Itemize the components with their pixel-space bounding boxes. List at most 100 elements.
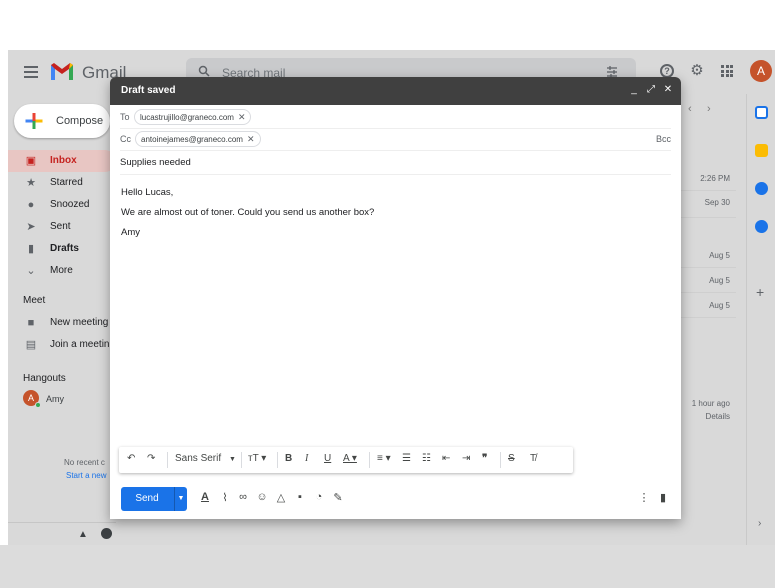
- email-date[interactable]: Aug 5: [680, 301, 730, 310]
- sidebar-item-label: Snoozed: [50, 199, 90, 210]
- sidebar-item-snoozed[interactable]: ● Snoozed: [8, 194, 116, 216]
- row-divider: [680, 267, 736, 268]
- sidebar-item-sent[interactable]: ➤ Sent: [8, 216, 116, 238]
- undo-icon[interactable]: ↶: [127, 453, 135, 464]
- row-divider: [680, 292, 736, 293]
- compose-label: Compose: [56, 115, 104, 127]
- pager-arrows[interactable]: ‹ ›: [688, 103, 711, 115]
- email-date[interactable]: Aug 5: [680, 251, 730, 260]
- quote-icon[interactable]: ❞: [482, 453, 487, 464]
- formatting-options-icon[interactable]: A: [198, 491, 212, 503]
- online-status-icon: [35, 402, 41, 408]
- confidential-mode-icon[interactable]: ◔: [312, 491, 326, 503]
- to-field[interactable]: To lucastrujillo@graneco.com ✕: [120, 107, 671, 129]
- body-line[interactable]: We are almost out of toner. Could you se…: [121, 207, 374, 218]
- font-size-icon[interactable]: тT ▾: [248, 453, 266, 464]
- main-menu-icon[interactable]: [24, 66, 38, 78]
- sidebar-item-more[interactable]: ⌄ More: [8, 260, 116, 282]
- send-button[interactable]: Send ▼: [121, 487, 187, 511]
- row-divider: [680, 317, 736, 318]
- cc-field[interactable]: Cc antoinejames@graneco.com ✕ Bcc: [120, 129, 671, 151]
- font-dropdown-icon[interactable]: ▼: [229, 456, 236, 463]
- minimize-icon[interactable]: _: [628, 84, 640, 95]
- sidebar-item-join-meeting[interactable]: ▤ Join a meetin: [8, 334, 116, 356]
- italic-icon[interactable]: I: [305, 453, 308, 464]
- schedule-send-icon[interactable]: ▼: [174, 487, 187, 511]
- more-options-icon[interactable]: ⋮: [637, 491, 651, 504]
- numbered-list-icon[interactable]: ☰: [402, 453, 411, 464]
- contacts-icon[interactable]: [755, 220, 768, 233]
- gear-icon[interactable]: ⚙: [689, 63, 705, 79]
- photo-icon[interactable]: ▪: [293, 491, 307, 503]
- discard-draft-icon[interactable]: ▮: [656, 491, 670, 504]
- chevron-right-icon[interactable]: ›: [758, 518, 761, 529]
- indent-more-icon[interactable]: ⇥: [462, 453, 470, 464]
- recipient-address: antoinejames@graneco.com: [141, 135, 243, 144]
- compose-header[interactable]: Draft saved _ ⤢ ✕: [110, 77, 681, 105]
- compose-title: Draft saved: [121, 85, 176, 96]
- attach-icon[interactable]: ⌇: [218, 491, 232, 504]
- strikethrough-icon[interactable]: S: [508, 453, 515, 464]
- details-link[interactable]: Details: [680, 412, 730, 421]
- compose-dialog: Draft saved _ ⤢ ✕ To lucastrujillo@grane…: [110, 77, 681, 519]
- draft-icon: ▮: [27, 243, 35, 255]
- align-icon[interactable]: ≡ ▾: [377, 453, 391, 464]
- sidebar-item-label: Join a meetin: [50, 339, 110, 350]
- clock-icon: ●: [27, 199, 35, 211]
- add-addon-icon[interactable]: +: [756, 284, 764, 300]
- email-date[interactable]: 2:26 PM: [680, 174, 730, 183]
- keep-icon[interactable]: [755, 144, 768, 157]
- sidebar-item-label: New meeting: [50, 317, 109, 328]
- sidebar-item-label: Drafts: [50, 243, 79, 254]
- meet-heading: Meet: [23, 295, 46, 306]
- calendar-icon[interactable]: [755, 106, 768, 119]
- redo-icon[interactable]: ↷: [147, 453, 155, 464]
- to-recipient-chip[interactable]: lucastrujillo@graneco.com ✕: [134, 109, 252, 125]
- sidebar-item-drafts[interactable]: ▮ Drafts: [8, 238, 116, 260]
- body-line[interactable]: Hello Lucas,: [121, 187, 173, 198]
- email-date[interactable]: Aug 5: [680, 276, 730, 285]
- bold-icon[interactable]: B: [285, 453, 292, 464]
- remove-formatting-icon[interactable]: T̸: [530, 453, 536, 464]
- underline-icon[interactable]: U: [324, 453, 331, 464]
- help-icon[interactable]: ?: [660, 64, 674, 78]
- search-icon[interactable]: [198, 65, 210, 77]
- emoji-icon[interactable]: ☺: [255, 491, 269, 503]
- font-select[interactable]: Sans Serif: [175, 453, 221, 464]
- fullscreen-icon[interactable]: ⤢: [645, 84, 657, 95]
- remove-recipient-icon[interactable]: ✕: [238, 112, 246, 122]
- to-label: To: [120, 112, 130, 122]
- sidebar-item-new-meeting[interactable]: ■ New meeting: [8, 312, 116, 334]
- toolbar-divider: [500, 452, 501, 468]
- sidebar-item-inbox[interactable]: ▣ Inbox: [8, 150, 116, 172]
- remove-recipient-icon[interactable]: ✕: [247, 134, 255, 144]
- gmail-logo-icon[interactable]: [50, 62, 74, 81]
- cc-recipient-chip[interactable]: antoinejames@graneco.com ✕: [135, 131, 261, 147]
- text-color-icon[interactable]: A ▾: [343, 453, 357, 464]
- apps-grid-icon[interactable]: [721, 65, 733, 77]
- bulleted-list-icon[interactable]: ☷: [422, 453, 431, 464]
- start-new-chat-link[interactable]: Start a new: [66, 471, 106, 480]
- chevron-down-icon: ⌄: [26, 265, 36, 277]
- hangouts-icon[interactable]: [101, 528, 112, 539]
- bcc-button[interactable]: Bcc: [656, 134, 671, 144]
- recipient-address: lucastrujillo@graneco.com: [140, 113, 234, 122]
- tasks-icon[interactable]: [755, 182, 768, 195]
- sidebar-item-starred[interactable]: ★ Starred: [8, 172, 116, 194]
- subject-field[interactable]: Supplies needed: [120, 153, 671, 175]
- email-date[interactable]: Sep 30: [680, 198, 730, 207]
- drive-icon[interactable]: △: [274, 491, 288, 504]
- body-line[interactable]: Amy: [121, 227, 140, 238]
- compose-button[interactable]: Compose: [14, 104, 110, 138]
- sidebar-item-label: Inbox: [50, 155, 77, 166]
- cc-label: Cc: [120, 134, 131, 144]
- stage-bottom-margin: [0, 545, 775, 588]
- signature-icon[interactable]: ✎: [331, 491, 345, 504]
- hangouts-user-name[interactable]: Amy: [46, 394, 64, 404]
- account-avatar[interactable]: A: [750, 60, 772, 82]
- person-icon[interactable]: ▲: [78, 529, 88, 540]
- toolbar-divider: [167, 452, 168, 468]
- indent-less-icon[interactable]: ⇤: [442, 453, 450, 464]
- close-icon[interactable]: ✕: [662, 84, 674, 95]
- link-icon[interactable]: ∞: [236, 491, 250, 503]
